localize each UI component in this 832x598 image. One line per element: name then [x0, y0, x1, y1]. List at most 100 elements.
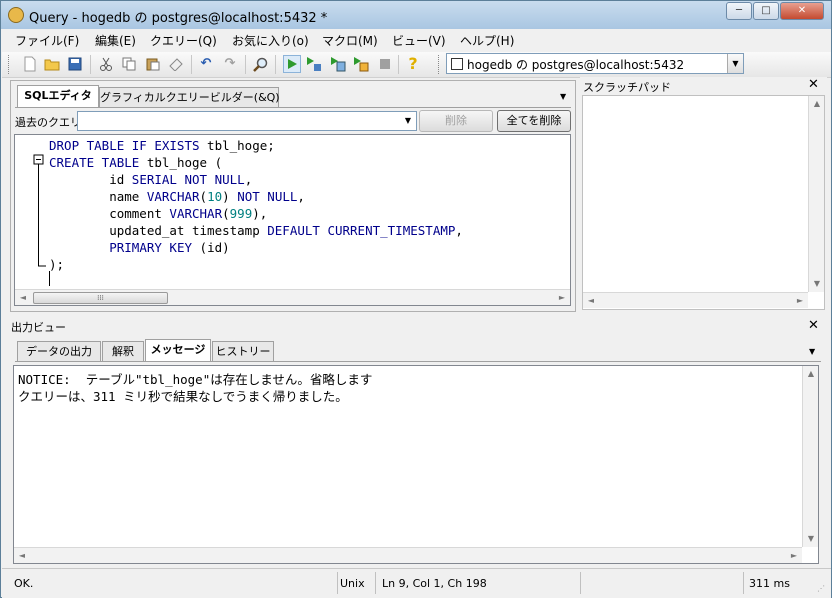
tab-history[interactable]: ヒストリー — [212, 341, 274, 361]
code-line-2: CREATE TABLE tbl_hoge ( — [49, 155, 223, 170]
tab-graphical-query-builder[interactable]: グラフィカルクエリービルダー(&Q) — [99, 87, 280, 107]
menu-macros[interactable]: マクロ(M) — [322, 32, 378, 49]
delete-button[interactable]: 削除 — [419, 110, 493, 132]
copy-icon[interactable] — [121, 56, 137, 72]
chevron-down-icon[interactable]: ▼ — [727, 54, 743, 73]
paste-icon[interactable] — [145, 56, 161, 72]
scroll-left-icon[interactable]: ◄ — [15, 290, 31, 305]
tab-sql-editor[interactable]: SQLエディタ — [17, 85, 99, 107]
execute-file-icon[interactable] — [330, 56, 346, 72]
save-icon[interactable] — [67, 56, 83, 72]
scroll-left-icon[interactable]: ◄ — [14, 548, 30, 564]
help-icon[interactable]: ? — [405, 56, 421, 72]
status-bar: OK. Unix Ln 9, Col 1, Ch 198 311 ms ⋰ — [2, 568, 831, 598]
history-label: 過去のクエリ — [15, 116, 81, 129]
code-line-3: id SERIAL NOT NULL, — [49, 172, 253, 187]
toolbar-separator — [191, 55, 192, 74]
scroll-right-icon[interactable]: ► — [792, 293, 808, 309]
sql-editor[interactable]: DROP TABLE IF EXISTS tbl_hoge; CREATE TA… — [14, 134, 571, 306]
open-icon[interactable] — [44, 56, 60, 72]
menu-favourites[interactable]: お気に入り(o) — [232, 32, 309, 49]
toolbar-separator — [275, 55, 276, 74]
editor-tabs: SQLエディタ グラフィカルクエリービルダー(&Q) ▼ — [15, 85, 571, 108]
query-window: Query - hogedb の postgres@localhost:5432… — [0, 0, 832, 598]
scratchpad-vertical-scrollbar[interactable]: ▲ ▼ — [808, 96, 824, 292]
status-message: OK. — [14, 577, 34, 590]
toolbar-grip[interactable] — [438, 55, 442, 74]
redo-icon[interactable]: ↷ — [222, 56, 238, 72]
status-divider — [743, 572, 744, 594]
tab-list-dropdown-icon[interactable]: ▼ — [809, 347, 815, 356]
menu-bar: ファイル(F) 編集(E) クエリー(Q) お気に入り(o) マクロ(M) ビュ… — [2, 29, 831, 51]
connection-value: hogedb の postgres@localhost:5432 — [467, 58, 685, 72]
scroll-up-icon[interactable]: ▲ — [803, 366, 819, 382]
new-icon[interactable] — [22, 56, 38, 72]
clear-icon[interactable] — [168, 56, 184, 72]
execute-icon[interactable] — [283, 55, 301, 73]
scroll-right-icon[interactable]: ► — [554, 290, 570, 305]
status-divider — [580, 572, 581, 594]
code-line-8: ); — [49, 257, 65, 272]
status-cursor-position: Ln 9, Col 1, Ch 198 — [382, 577, 487, 590]
scratchpad-title: スクラッチパッド — [583, 81, 671, 94]
code-line-4: name VARCHAR(10) NOT NULL, — [49, 189, 305, 204]
code-line-6: updated_at timestamp DEFAULT CURRENT_TIM… — [49, 223, 463, 238]
output-vertical-scrollbar[interactable]: ▲ ▼ — [802, 366, 818, 547]
window-title: Query - hogedb の postgres@localhost:5432… — [29, 11, 328, 26]
toolbar-grip[interactable] — [8, 55, 12, 74]
close-icon[interactable]: ✕ — [808, 77, 819, 92]
tab-explain[interactable]: 解釈 — [102, 341, 144, 361]
status-line-ending: Unix — [340, 577, 365, 590]
output-pane-title: 出力ビュー — [11, 321, 66, 334]
scratchpad-horizontal-scrollbar[interactable]: ◄ ► — [583, 292, 808, 308]
cancel-icon[interactable] — [377, 56, 393, 72]
history-select[interactable]: ▼ — [77, 111, 417, 131]
code-folding-gutter — [33, 154, 46, 267]
undo-icon[interactable]: ↶ — [198, 56, 214, 72]
maximize-button[interactable]: □ — [753, 2, 779, 20]
scroll-up-icon[interactable]: ▲ — [809, 96, 825, 112]
code-line-7: PRIMARY KEY (id) — [109, 240, 230, 255]
status-duration: 311 ms — [749, 577, 790, 590]
scroll-left-icon[interactable]: ◄ — [583, 293, 599, 309]
delete-all-button[interactable]: 全てを削除 — [497, 110, 571, 132]
messages-output[interactable]: NOTICE: テーブル"tbl_hoge"は存在しません。省略します クエリー… — [13, 365, 819, 564]
title-bar[interactable]: Query - hogedb の postgres@localhost:5432… — [1, 1, 831, 29]
close-icon[interactable]: ✕ — [808, 318, 819, 333]
tab-messages[interactable]: メッセージ — [145, 339, 211, 361]
code-line-1: DROP TABLE IF EXISTS tbl_hoge; — [49, 138, 275, 153]
scroll-down-icon[interactable]: ▼ — [803, 531, 819, 547]
explain-icon[interactable] — [306, 56, 322, 72]
scroll-down-icon[interactable]: ▼ — [809, 276, 825, 292]
menu-edit[interactable]: 編集(E) — [95, 32, 136, 49]
output-horizontal-scrollbar[interactable]: ◄ ► — [14, 547, 802, 563]
tab-list-dropdown-icon[interactable]: ▼ — [560, 92, 566, 101]
cut-icon[interactable] — [98, 56, 114, 72]
minimize-button[interactable]: ─ — [726, 2, 752, 20]
scroll-thumb[interactable]: ⁞⁞⁞ — [33, 292, 168, 304]
connection-select[interactable]: hogedb の postgres@localhost:5432 ▼ — [446, 53, 744, 74]
menu-help[interactable]: ヘルプ(H) — [460, 32, 514, 49]
connection-checkbox[interactable] — [451, 58, 463, 70]
app-icon — [8, 7, 24, 23]
execute-pgscript-icon[interactable] — [353, 56, 369, 72]
text-cursor — [49, 271, 50, 286]
editor-horizontal-scrollbar[interactable]: ◄ ⁞⁞⁞ ► — [15, 289, 570, 305]
scratchpad-pane: スクラッチパッド ✕ ▲ ▼ ◄ ► — [580, 77, 827, 312]
menu-view[interactable]: ビュー(V) — [392, 32, 446, 49]
find-icon[interactable] — [252, 56, 268, 72]
output-tabs: データの出力 解釈 メッセージ ヒストリー ▼ — [15, 339, 821, 362]
status-divider — [337, 572, 338, 594]
tab-data-output[interactable]: データの出力 — [17, 341, 101, 361]
resize-grip[interactable]: ⋰ — [817, 584, 825, 593]
scroll-right-icon[interactable]: ► — [786, 548, 802, 564]
chevron-down-icon[interactable]: ▼ — [400, 112, 416, 130]
status-divider — [375, 572, 376, 594]
message-line-2: クエリーは、311 ミリ秒で結果なしでうまく帰りました。 — [18, 389, 348, 404]
scratchpad-textarea[interactable]: ▲ ▼ ◄ ► — [582, 95, 825, 310]
close-button[interactable]: ✕ — [780, 2, 824, 20]
menu-query[interactable]: クエリー(Q) — [150, 32, 217, 49]
code-line-5: comment VARCHAR(999), — [49, 206, 268, 221]
menu-file[interactable]: ファイル(F) — [15, 32, 79, 49]
toolbar-separator — [398, 55, 399, 74]
